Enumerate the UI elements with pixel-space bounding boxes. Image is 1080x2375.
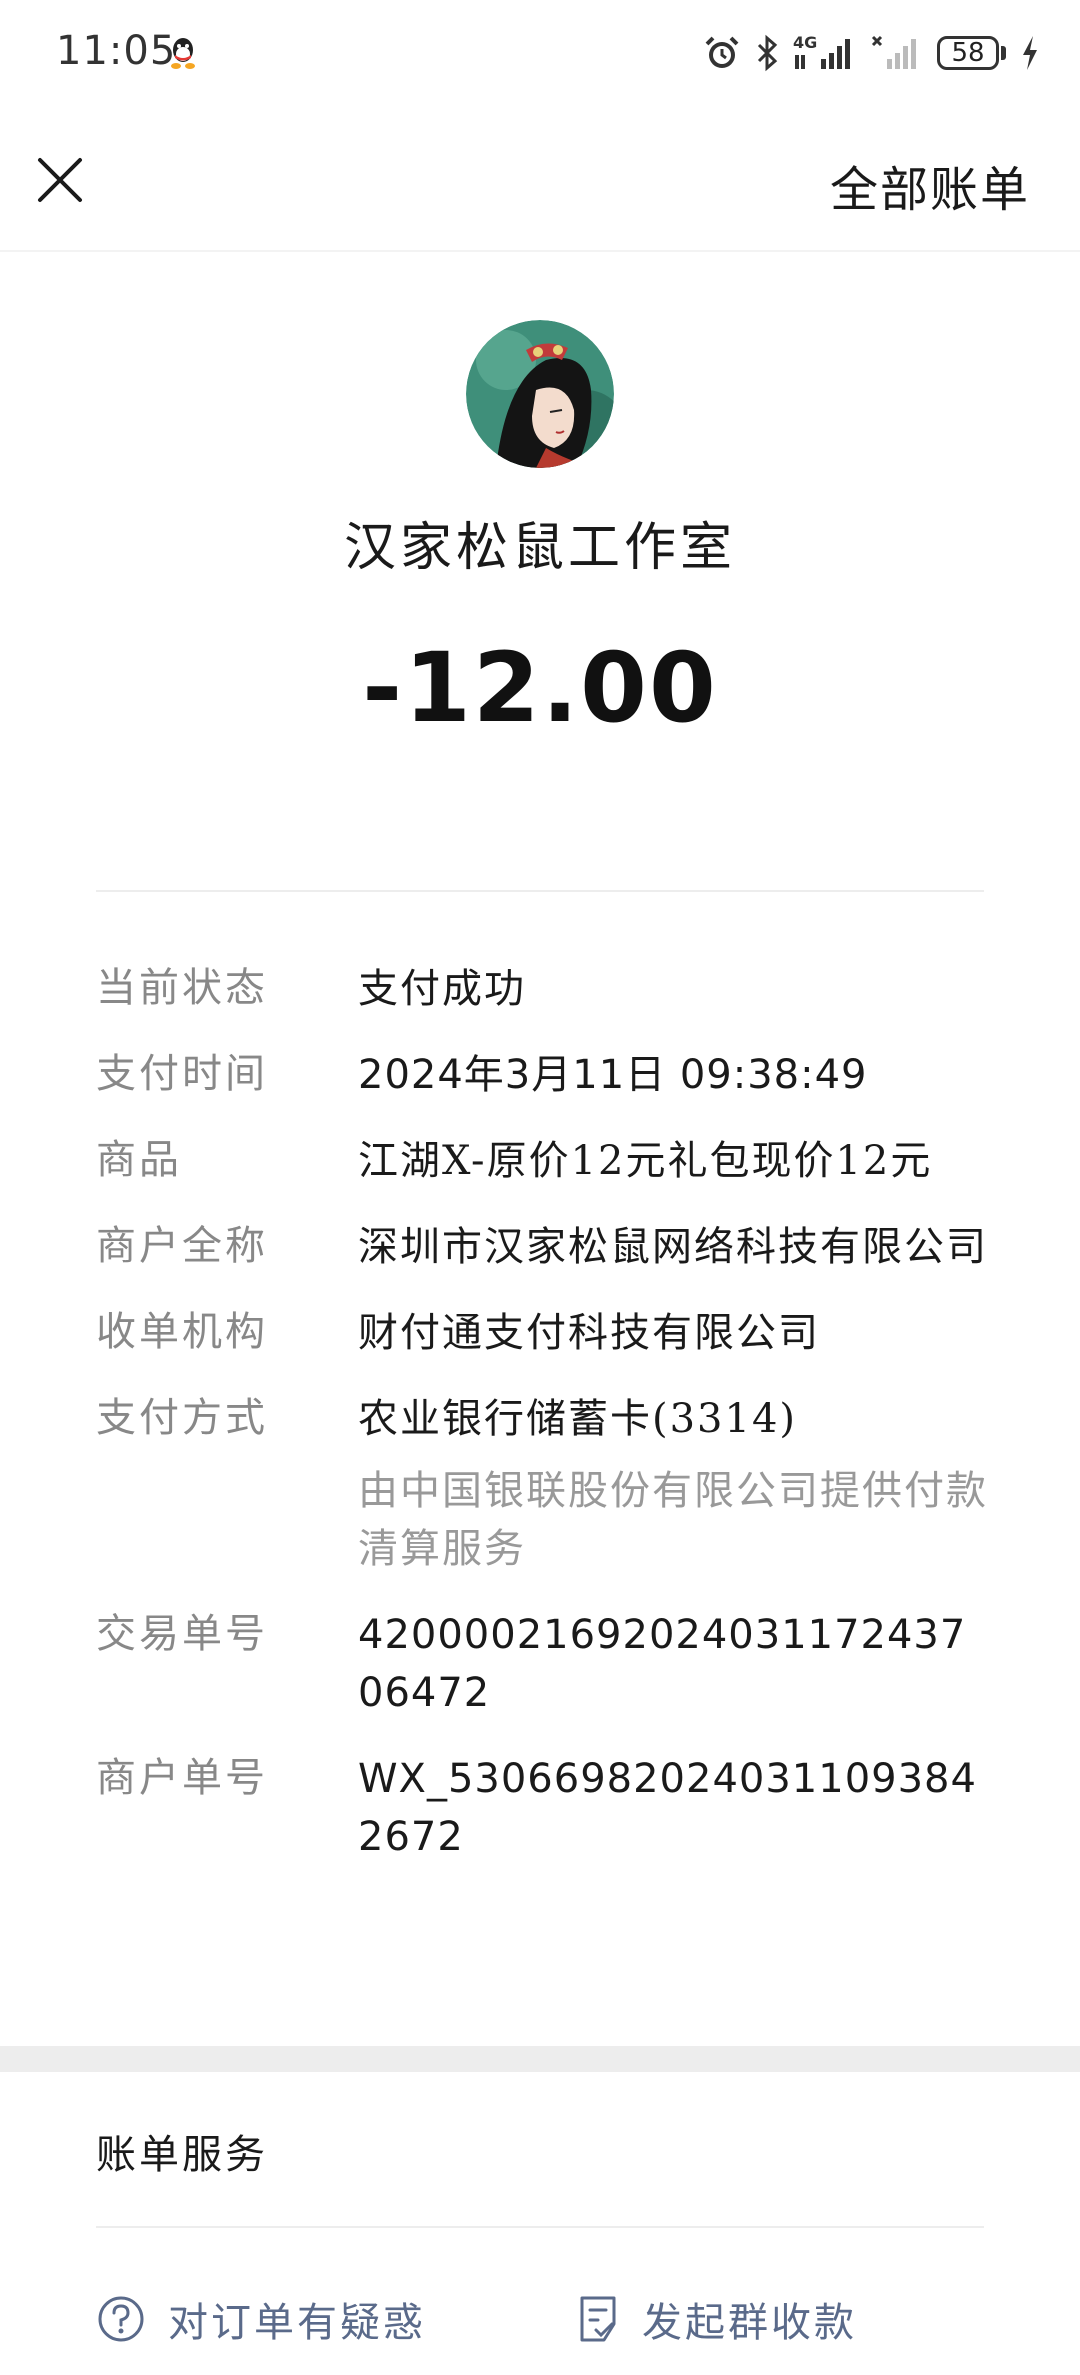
detail-label: 支付时间 <box>96 1051 268 1097</box>
top-nav: 全部账单 <box>0 110 1080 252</box>
detail-note: 由中国银联股份有限公司提供付款清算服务 <box>358 1468 988 1572</box>
detail-value[interactable]: 42000021692024031172437064​72 <box>358 1606 988 1722</box>
divider <box>96 2226 984 2228</box>
detail-label: 商品 <box>96 1137 182 1183</box>
detail-value: 财付通支付科技有限公司 <box>358 1310 820 1356</box>
section-separator <box>0 2046 1080 2072</box>
bluetooth-icon <box>757 34 778 72</box>
close-icon[interactable] <box>30 150 90 210</box>
transaction-details: 当前状态 支付成功 支付时间 2024年3月11日 09:38:49 商品 江湖… <box>96 960 996 1894</box>
detail-value: 2024年3月11日 09:38:49 <box>358 1052 868 1098</box>
network-label: 4G <box>793 33 818 52</box>
detail-row-acquirer: 收单机构 财付通支付科技有限公司 <box>96 1304 996 1362</box>
detail-label: 商户全称 <box>96 1223 268 1269</box>
alarm-icon <box>705 36 739 68</box>
status-time: 11:05 <box>56 28 177 74</box>
battery-icon: 58 <box>937 36 1006 70</box>
order-question-label: 对订单有疑惑 <box>168 2300 426 2346</box>
detail-row-transaction-id: 交易单号 42000021692024031172437064​72 <box>96 1606 996 1722</box>
detail-label: 收单机构 <box>96 1309 268 1355</box>
detail-label: 交易单号 <box>96 1611 268 1657</box>
detail-row-status: 当前状态 支付成功 <box>96 960 996 1018</box>
detail-label: 支付方式 <box>96 1395 268 1441</box>
group-collection-label: 发起群收款 <box>642 2300 857 2346</box>
divider <box>96 890 984 892</box>
detail-value[interactable]: WX_53066982024031109384267​2 <box>358 1750 988 1866</box>
signal-icon: 4G <box>793 33 857 73</box>
payment-amount: -12.00 <box>362 632 718 744</box>
checklist-icon <box>580 2296 616 2342</box>
status-bar: 11:05 4G 58 <box>0 0 1080 110</box>
qq-icon <box>171 38 195 69</box>
group-collection-button[interactable]: 发起群收款 <box>576 2290 857 2348</box>
charging-icon <box>1023 36 1037 70</box>
detail-label: 商户单号 <box>96 1755 268 1801</box>
detail-row-time: 支付时间 2024年3月11日 09:38:49 <box>96 1046 996 1104</box>
merchant-avatar <box>466 320 614 468</box>
detail-value: 江湖X-原价12元礼包现价12元 <box>358 1138 933 1184</box>
battery-level: 58 <box>951 38 985 68</box>
detail-value: 深圳市汉家松鼠网络科技有限公司 <box>358 1224 988 1270</box>
detail-row-merchant-fullname: 商户全称 深圳市汉家松鼠网络科技有限公司 <box>96 1218 996 1276</box>
detail-row-payment-method: 支付方式 农业银行储蓄卡(3314) 由中国银联股份有限公司提供付款清算服务 <box>96 1390 996 1578</box>
all-bills-link[interactable]: 全部账单 <box>830 150 1030 220</box>
bill-services-title: 账单服务 <box>96 2132 268 2178</box>
no-signal-icon <box>871 35 916 69</box>
order-question-button[interactable]: 对订单有疑惑 <box>96 2290 426 2348</box>
detail-value: 农业银行储蓄卡(3314) <box>358 1396 798 1442</box>
merchant-name: 汉家松鼠工作室 <box>343 518 736 578</box>
detail-value: 支付成功 <box>358 966 526 1012</box>
question-circle-icon <box>98 2296 144 2342</box>
detail-label: 当前状态 <box>96 965 268 1011</box>
detail-row-merchant-order-id: 商户单号 WX_53066982024031109384267​2 <box>96 1750 996 1866</box>
detail-row-product: 商品 江湖X-原价12元礼包现价12元 <box>96 1132 996 1190</box>
